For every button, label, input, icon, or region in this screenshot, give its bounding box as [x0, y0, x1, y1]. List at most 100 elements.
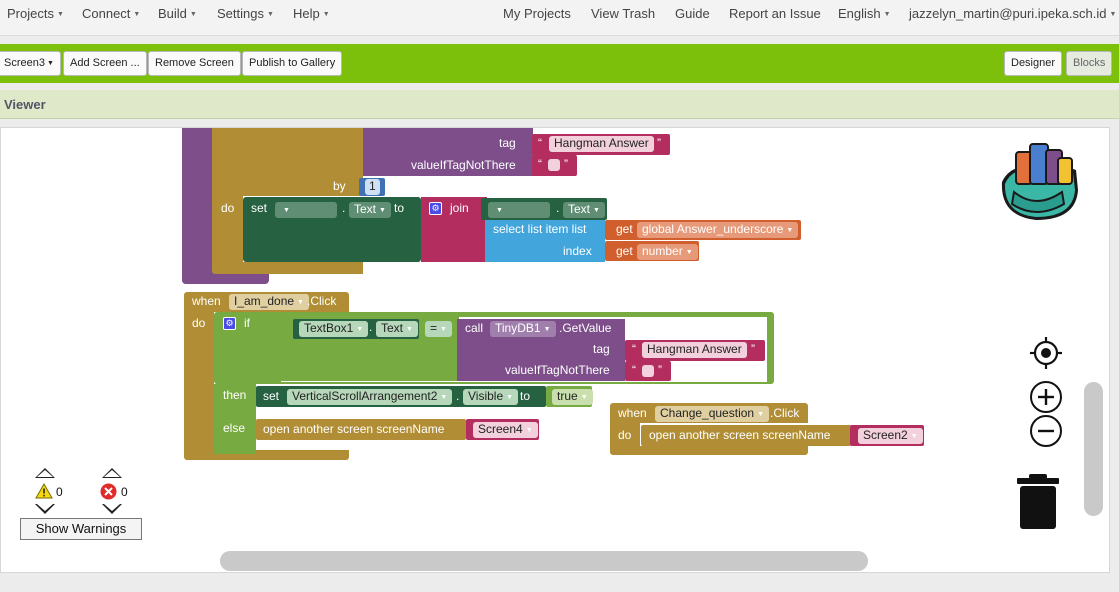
previous-error-arrow[interactable]: [102, 468, 122, 478]
link-my-projects[interactable]: My Projects: [503, 6, 571, 21]
variable-dropdown[interactable]: global Answer_underscore ▼: [637, 222, 799, 238]
menu-connect[interactable]: Connect ▼: [82, 6, 140, 21]
do-label: do: [221, 201, 235, 215]
value-if-tag-not-there-label: valueIfTagNotThere: [411, 158, 516, 172]
textbox-dropdown[interactable]: TextBox1 ▼: [299, 321, 369, 337]
textbox-name: TextBox1: [304, 321, 354, 335]
by-label: by: [333, 179, 346, 193]
set-label: set: [251, 201, 268, 215]
component-name: Change_question: [660, 406, 755, 420]
number-variable-dropdown[interactable]: number ▼: [637, 244, 698, 260]
quote-open-icon: “: [538, 136, 542, 150]
horizontal-scrollbar[interactable]: [220, 551, 868, 571]
error-count: 0: [121, 485, 128, 499]
zoom-out-icon[interactable]: [1029, 414, 1063, 448]
number-field[interactable]: 1: [365, 179, 380, 195]
arrangement-dropdown[interactable]: VerticalScrollArrangement2 ▼: [287, 389, 453, 405]
blocks-workspace[interactable]: tag valueIfTagNotThere “ Hangman Answer …: [0, 127, 1110, 573]
quote-open-icon: “: [632, 363, 636, 377]
screen-name-dropdown[interactable]: Screen2 ▼: [858, 428, 923, 444]
chevron-down-icon: ▼: [189, 11, 197, 18]
variable-name: global Answer_underscore: [642, 222, 784, 236]
component-dropdown-2[interactable]: ▼: [488, 202, 550, 218]
next-error-arrow[interactable]: [102, 504, 122, 514]
when-label: when: [618, 406, 647, 420]
chevron-down-icon: ▼: [56, 11, 64, 18]
dot-label-2: .: [556, 201, 560, 215]
screen-select-button[interactable]: Screen3 ▼: [0, 51, 61, 76]
for-range-footer: [243, 262, 363, 274]
text-property-label: Text: [354, 202, 377, 216]
empty-text-field[interactable]: [548, 159, 560, 171]
visible-property-dropdown[interactable]: Visible ▼: [463, 389, 519, 405]
value-if-tag-not-there-label: valueIfTagNotThere: [505, 363, 610, 377]
viewer-title: Viewer: [4, 97, 46, 112]
menu-settings[interactable]: Settings ▼: [217, 6, 274, 21]
quote-close-icon: ”: [658, 363, 662, 377]
language-label: English: [838, 6, 881, 21]
tag-label: tag: [499, 136, 516, 150]
tinydb-dropdown[interactable]: TinyDB1 ▼: [490, 321, 556, 337]
gear-icon[interactable]: ⚙: [429, 202, 442, 215]
component-dropdown[interactable]: ▼: [275, 202, 337, 218]
empty-text-field[interactable]: [642, 365, 654, 377]
recenter-icon[interactable]: [1030, 337, 1062, 369]
event-name: .Click: [770, 406, 800, 420]
chevron-down-icon: ▼: [133, 11, 141, 18]
show-warnings-button[interactable]: Show Warnings: [20, 518, 142, 540]
next-warning-arrow[interactable]: [35, 504, 55, 514]
number-variable-name: number: [642, 244, 683, 258]
trash-can-icon[interactable]: [1016, 474, 1060, 530]
text-property-dropdown-2[interactable]: Text ▼: [563, 202, 605, 218]
index-label: index: [563, 244, 592, 258]
to-label: to: [520, 389, 531, 403]
menu-language[interactable]: English ▼: [838, 6, 891, 21]
remove-screen-button[interactable]: Remove Screen: [148, 51, 241, 76]
chevron-down-icon: ▼: [379, 207, 386, 214]
boolean-dropdown[interactable]: true ▼: [552, 389, 593, 405]
designer-button[interactable]: Designer: [1004, 51, 1063, 76]
quote-close-icon: ”: [751, 342, 755, 356]
equals-operator-dropdown[interactable]: = ▼: [425, 321, 452, 337]
chevron-down-icon: ▼: [283, 207, 290, 214]
join-label: join: [450, 201, 469, 215]
chevron-down-icon: ▼: [786, 227, 794, 234]
menu-help[interactable]: Help ▼: [293, 6, 330, 21]
chevron-down-icon: ▼: [322, 11, 330, 18]
project-toolbar: Screen3 ▼ Add Screen ... Remove Screen Pu…: [0, 44, 1119, 83]
component-dropdown[interactable]: I_am_done ▼: [229, 294, 309, 310]
screen-name-dropdown[interactable]: Screen4 ▼: [473, 422, 538, 438]
get-label: get: [616, 222, 633, 236]
text-property-dropdown[interactable]: Text ▼: [349, 202, 391, 218]
boolean-value: true: [557, 389, 578, 403]
menu-projects[interactable]: Projects ▼: [7, 6, 64, 21]
link-guide[interactable]: Guide: [675, 6, 710, 21]
menu-user[interactable]: jazzelyn_martin@puri.ipeka.sch.id ▼: [909, 6, 1116, 21]
blocks-button[interactable]: Blocks: [1066, 51, 1113, 76]
warning-count: 0: [56, 485, 63, 499]
text-property-dropdown[interactable]: Text ▼: [376, 321, 418, 337]
quote-open-icon: “: [632, 342, 636, 356]
tag-text-field[interactable]: Hangman Answer: [642, 342, 747, 358]
chevron-down-icon: ▼: [440, 394, 448, 401]
publish-gallery-button[interactable]: Publish to Gallery: [242, 51, 343, 76]
chevron-down-icon: ▼: [297, 299, 304, 306]
component-dropdown[interactable]: Change_question ▼: [655, 406, 770, 422]
chevron-down-icon: ▼: [525, 427, 533, 434]
link-report-issue[interactable]: Report an Issue: [729, 6, 821, 21]
menu-build[interactable]: Build ▼: [158, 6, 197, 21]
chevron-down-icon: ▼: [543, 326, 551, 333]
add-screen-button[interactable]: Add Screen ...: [63, 51, 147, 76]
visible-property-label: Visible: [468, 389, 504, 403]
menu-connect-label: Connect: [82, 6, 131, 21]
tag-text-field[interactable]: Hangman Answer: [549, 136, 654, 152]
zoom-in-icon[interactable]: [1029, 380, 1063, 414]
backpack-icon[interactable]: [996, 140, 1088, 224]
previous-warning-arrow[interactable]: [35, 468, 55, 478]
error-icon: [100, 483, 117, 500]
chevron-down-icon: ▼: [910, 433, 918, 440]
vertical-scrollbar[interactable]: [1084, 382, 1103, 516]
select-list-item-label: select list item list: [493, 222, 587, 236]
gear-icon[interactable]: ⚙: [223, 317, 236, 330]
link-view-trash[interactable]: View Trash: [591, 6, 655, 21]
